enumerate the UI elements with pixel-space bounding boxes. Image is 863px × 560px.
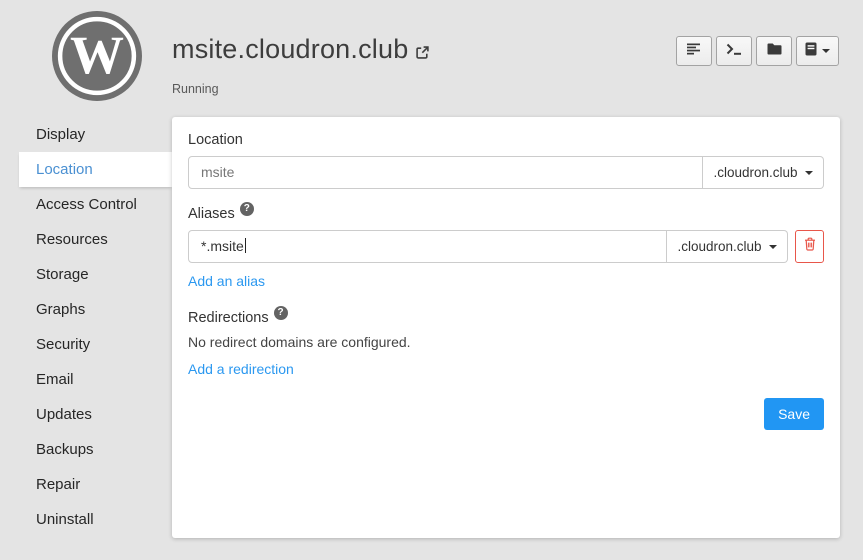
sidebar-item-security[interactable]: Security xyxy=(0,327,172,362)
delete-alias-button[interactable] xyxy=(795,230,824,263)
help-icon[interactable]: ? xyxy=(274,306,288,320)
wordpress-logo-icon: W xyxy=(52,11,142,101)
sidebar-item-repair[interactable]: Repair xyxy=(0,467,172,502)
folder-icon xyxy=(767,42,782,60)
svg-text:W: W xyxy=(70,25,124,85)
log-lines-icon xyxy=(687,42,701,60)
sidebar-item-resources[interactable]: Resources xyxy=(0,222,172,257)
sidebar-item-email[interactable]: Email xyxy=(0,362,172,397)
sidebar-item-display[interactable]: Display xyxy=(0,117,172,152)
alias-input[interactable]: *.msite xyxy=(188,230,667,263)
location-panel: Location msite .cloudron.club Aliases ? … xyxy=(172,117,840,538)
terminal-button[interactable] xyxy=(716,36,752,66)
terminal-icon xyxy=(726,42,742,60)
sidebar-item-storage[interactable]: Storage xyxy=(0,257,172,292)
chevron-down-icon xyxy=(769,245,777,249)
sidebar-item-location[interactable]: Location xyxy=(19,152,172,187)
page-title: msite.cloudron.club xyxy=(172,34,430,67)
chevron-down-icon xyxy=(822,49,830,53)
sidebar-item-backups[interactable]: Backups xyxy=(0,432,172,467)
text-cursor xyxy=(245,238,246,253)
alias-domain-dropdown[interactable]: .cloudron.club xyxy=(667,230,788,263)
app-header: W msite.cloudron.club Running xyxy=(0,0,863,117)
sidebar-item-graphs[interactable]: Graphs xyxy=(0,292,172,327)
sidebar: DisplayLocationAccess ControlResourcesSt… xyxy=(0,117,172,537)
toolbar xyxy=(676,36,839,66)
redirections-label: Redirections ? xyxy=(188,310,824,326)
files-button[interactable] xyxy=(756,36,792,66)
add-redirection-link[interactable]: Add a redirection xyxy=(188,361,294,377)
add-alias-link[interactable]: Add an alias xyxy=(188,273,265,289)
book-icon xyxy=(805,42,817,61)
app-menu-button[interactable] xyxy=(796,36,839,66)
chevron-down-icon xyxy=(805,171,813,175)
external-link-icon[interactable] xyxy=(415,36,430,67)
sidebar-item-access-control[interactable]: Access Control xyxy=(0,187,172,222)
alias-row: *.msite .cloudron.club xyxy=(188,230,824,263)
location-label: Location xyxy=(188,132,824,148)
location-row: msite .cloudron.club xyxy=(188,156,824,189)
location-domain-dropdown[interactable]: .cloudron.club xyxy=(703,156,824,189)
sidebar-item-updates[interactable]: Updates xyxy=(0,397,172,432)
redirections-empty-text: No redirect domains are configured. xyxy=(188,334,824,350)
status-text: Running xyxy=(172,82,430,96)
aliases-label: Aliases ? xyxy=(188,206,824,222)
location-input[interactable]: msite xyxy=(188,156,703,189)
sidebar-item-uninstall[interactable]: Uninstall xyxy=(0,502,172,537)
trash-icon xyxy=(804,237,816,256)
help-icon[interactable]: ? xyxy=(240,202,254,216)
logs-button[interactable] xyxy=(676,36,712,66)
save-button[interactable]: Save xyxy=(764,398,824,430)
